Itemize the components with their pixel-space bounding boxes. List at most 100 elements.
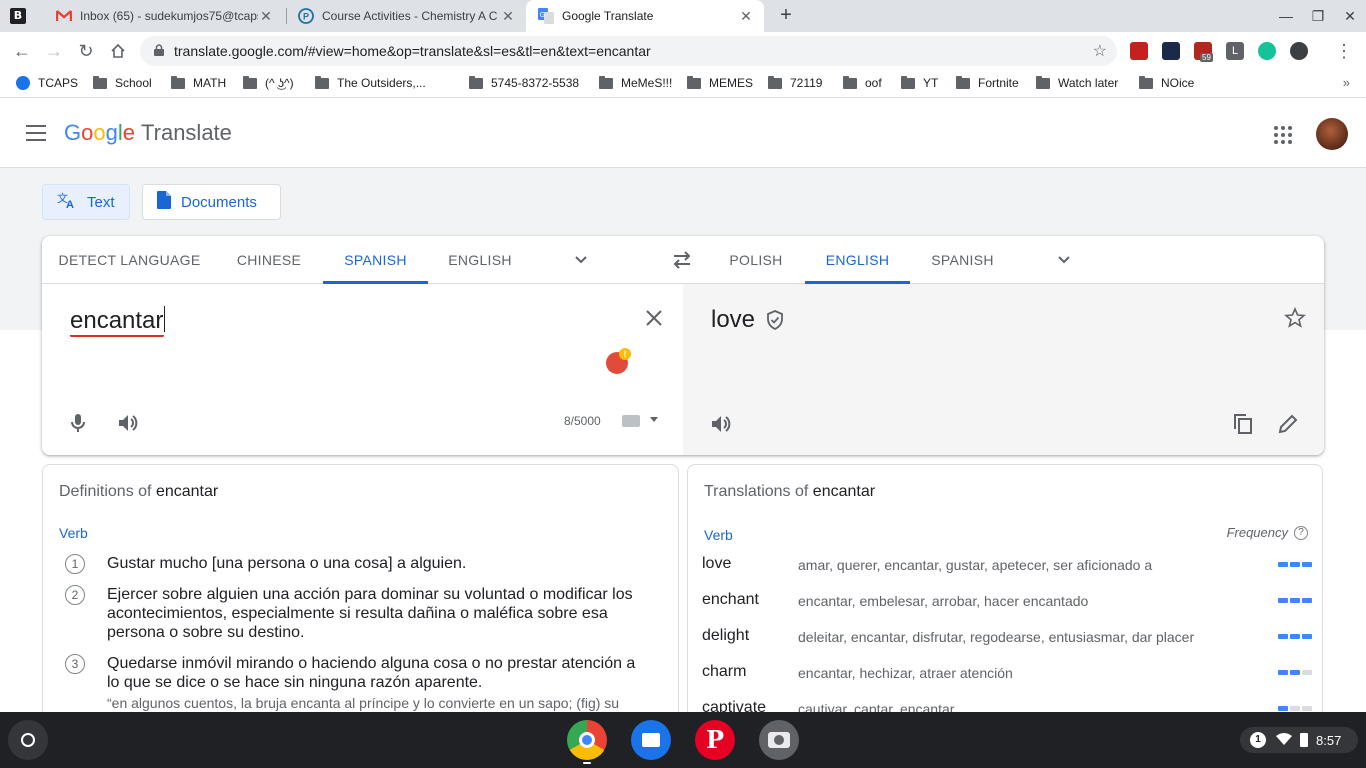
title-prefix: Definitions of — [59, 483, 152, 500]
microphone-icon[interactable] — [66, 411, 90, 435]
source-pane: encantar ! 8/5000 — [42, 284, 683, 455]
files-icon[interactable] — [631, 720, 671, 760]
clear-source-icon[interactable] — [642, 306, 666, 330]
home-icon[interactable] — [106, 39, 130, 63]
tab-gmail[interactable]: Inbox (65) - sudekumjos75@tcaps ✕ — [44, 0, 284, 32]
bookmark-label: 72119 — [790, 76, 823, 90]
translation-word: charm — [702, 663, 747, 680]
app-brand-icon[interactable]: B — [10, 8, 26, 24]
definition-number: 2 — [65, 585, 85, 605]
bookmark-folder[interactable]: Fortnite — [956, 75, 1019, 90]
target-lang-polish[interactable]: POLISH — [718, 236, 794, 284]
target-lang-english[interactable]: ENGLISH — [805, 236, 910, 284]
address-bar[interactable]: translate.google.com/#view=home&op=trans… — [140, 36, 1117, 66]
extension-l-icon[interactable]: L — [1226, 42, 1244, 60]
source-text-input[interactable]: encantar — [70, 306, 166, 335]
folder-icon — [315, 75, 329, 89]
translation-row[interactable]: charm encantar, hechizar, atraer atenció… — [702, 663, 1312, 687]
close-icon[interactable]: ✕ — [258, 8, 274, 25]
bookmark-folder[interactable]: School — [93, 75, 152, 90]
swap-languages-icon[interactable] — [670, 249, 694, 271]
bookmark-folder[interactable]: NOice — [1139, 75, 1194, 90]
part-of-speech: Verb — [704, 527, 733, 543]
keyboard-icon[interactable] — [622, 415, 640, 427]
reload-icon[interactable]: ↻ — [74, 39, 98, 63]
bookmark-folder[interactable]: YT — [901, 75, 938, 90]
documents-mode-button[interactable]: Documents — [142, 184, 281, 220]
google-translate-icon: G — [538, 8, 554, 24]
bookmark-folder[interactable]: The Outsiders,... — [315, 75, 426, 90]
folder-icon — [469, 75, 483, 89]
definition-number: 1 — [65, 554, 85, 574]
chrome-icon[interactable] — [567, 720, 607, 760]
camera-icon[interactable] — [759, 720, 799, 760]
bookmark-folder[interactable]: 72119 — [768, 75, 823, 90]
chevron-down-icon[interactable] — [571, 250, 591, 270]
bookmark-folder[interactable]: MeMeS!!! — [599, 75, 672, 90]
folder-icon — [171, 75, 185, 89]
google-apps-icon[interactable] — [1274, 126, 1292, 144]
extension-keyhole-icon[interactable] — [1162, 42, 1180, 60]
verified-shield-icon[interactable] — [765, 310, 785, 331]
speaker-icon[interactable] — [709, 412, 733, 436]
frequency-bars — [1278, 670, 1312, 675]
translation-row[interactable]: love amar, querer, encantar, gustar, ape… — [702, 555, 1312, 579]
tab-course-activities[interactable]: P Course Activities - Chemistry A C ✕ — [286, 0, 526, 32]
bookmark-folder[interactable]: MEMES — [687, 75, 753, 90]
avatar[interactable] — [1316, 118, 1348, 150]
translation-synonyms: encantar, hechizar, atraer atención — [798, 665, 1013, 681]
more-menu-icon[interactable]: ⋮ — [1332, 39, 1356, 63]
bookmark-folder[interactable]: (^ ͜ʖ^) — [243, 75, 294, 90]
close-window-icon[interactable]: ✕ — [1340, 6, 1360, 26]
tab-google-translate[interactable]: G Google Translate ✕ — [526, 0, 764, 32]
speaker-icon[interactable] — [116, 411, 140, 435]
launcher-icon[interactable] — [8, 720, 48, 760]
bookmark-folder[interactable]: MATH — [171, 75, 226, 90]
source-lang-spanish[interactable]: SPANISH — [323, 236, 428, 284]
chevron-down-icon[interactable] — [1054, 250, 1074, 270]
restore-icon[interactable]: ❐ — [1308, 6, 1328, 26]
share-icon[interactable] — [1321, 412, 1324, 436]
help-icon[interactable]: ? — [1294, 525, 1308, 540]
frequency-bars — [1278, 706, 1312, 711]
google-translate-logo[interactable]: Google Translate — [64, 120, 232, 146]
translation-row[interactable]: enchant encantar, embelesar, arrobar, ha… — [702, 591, 1312, 615]
close-icon[interactable]: ✕ — [738, 8, 754, 25]
hamburger-menu-icon[interactable] — [26, 125, 46, 141]
translations-panel: Translations of encantar Verb Frequency?… — [687, 464, 1323, 724]
copy-icon[interactable] — [1231, 412, 1255, 436]
source-lang-detect[interactable]: DETECT LANGUAGE — [52, 236, 207, 284]
translations-title: Translations of encantar — [704, 483, 875, 501]
source-lang-english[interactable]: ENGLISH — [438, 236, 522, 284]
bookmark-folder[interactable]: 5745-8372-5538 — [469, 75, 579, 90]
translation-row[interactable]: delight deleitar, encantar, disfrutar, r… — [702, 627, 1312, 651]
minimize-icon[interactable]: — — [1276, 6, 1296, 26]
spellcheck-underline — [70, 334, 164, 337]
title-prefix: Translations of — [704, 483, 809, 500]
source-lang-chinese[interactable]: CHINESE — [226, 236, 312, 284]
bookmark-folder[interactable]: Watch later — [1036, 75, 1118, 90]
back-icon[interactable]: ← — [10, 39, 34, 63]
close-icon[interactable]: ✕ — [500, 8, 516, 25]
system-tray[interactable]: 1 8:57 — [1240, 727, 1358, 753]
translation-synonyms: amar, querer, encantar, gustar, apetecer… — [798, 557, 1153, 573]
new-tab-button[interactable]: + — [775, 4, 797, 26]
folder-icon — [768, 75, 782, 89]
bookmark-label: TCAPS — [38, 76, 79, 90]
text-mode-button[interactable]: 文A Text — [42, 184, 130, 220]
target-lang-spanish[interactable]: SPANISH — [921, 236, 1004, 284]
extension-owl-icon[interactable] — [1290, 42, 1308, 60]
bookmark-tcaps[interactable]: TCAPS — [16, 76, 78, 90]
star-icon[interactable] — [1283, 306, 1307, 330]
pinterest-icon[interactable]: P — [695, 720, 735, 760]
bookmark-star-icon[interactable]: ☆ — [1093, 41, 1107, 61]
forward-icon[interactable]: → — [42, 39, 66, 63]
bookmark-folder[interactable]: oof — [843, 75, 882, 90]
bookmarks-overflow-icon[interactable]: » — [1343, 75, 1350, 90]
input-tools-dropdown-icon[interactable] — [650, 417, 658, 422]
extension-book-icon[interactable] — [1130, 42, 1148, 60]
grammarly-extension-icon[interactable] — [1258, 42, 1276, 60]
edit-pencil-icon[interactable] — [1276, 412, 1300, 436]
definitions-title: Definitions of encantar — [59, 483, 218, 501]
tab-strip: B Inbox (65) - sudekumjos75@tcaps ✕ P Co… — [0, 0, 1366, 32]
